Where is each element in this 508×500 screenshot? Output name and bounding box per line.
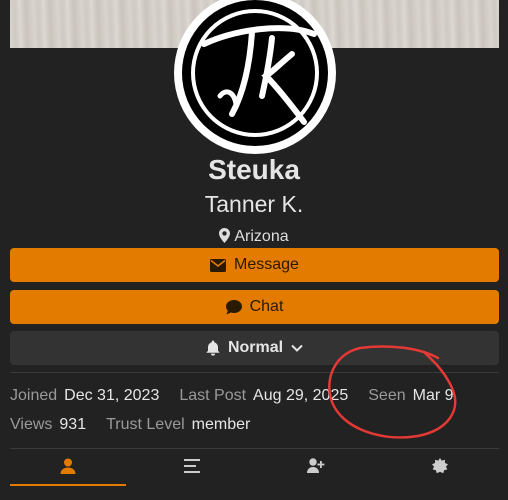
joined-label: Joined [10, 387, 58, 404]
avatar-logo [182, 0, 328, 146]
chat-button-label: Chat [249, 298, 284, 315]
trust-level-label: Trust Level [106, 416, 185, 433]
views-value: 931 [59, 416, 87, 433]
location-text: Arizona [234, 228, 289, 245]
notification-level-label: Normal [227, 339, 284, 356]
bell-icon [206, 340, 220, 356]
trust-level-value[interactable]: member [192, 416, 251, 433]
chevron-down-icon [291, 344, 303, 352]
tab-summary[interactable] [10, 452, 126, 486]
message-button-label: Message [234, 256, 299, 273]
full-name: Tanner K. [204, 191, 304, 217]
username: Steuka [208, 154, 300, 185]
location: Arizona [0, 228, 508, 248]
message-button[interactable]: Message [10, 248, 499, 282]
tab-badges[interactable] [382, 452, 498, 484]
joined-value[interactable]: Dec 31, 2023 [64, 387, 159, 404]
last-post-label: Last Post [179, 387, 247, 404]
user-plus-icon [307, 458, 325, 478]
tab-invites[interactable] [258, 452, 374, 484]
divider [10, 448, 499, 449]
profile-tabs [10, 452, 499, 486]
views-label: Views [10, 416, 53, 433]
chat-bubble-icon [225, 299, 242, 315]
avatar[interactable] [174, 0, 336, 154]
activity-list-icon [184, 458, 200, 478]
stats-row-2: Views 931 Trust Level member [10, 416, 270, 434]
user-icon [60, 458, 76, 479]
envelope-icon [210, 258, 227, 272]
map-pin-icon [219, 228, 231, 248]
tab-activity[interactable] [134, 452, 250, 484]
chat-button[interactable]: Chat [10, 290, 499, 324]
red-circle-annotation [320, 340, 465, 450]
badge-icon [432, 457, 448, 479]
